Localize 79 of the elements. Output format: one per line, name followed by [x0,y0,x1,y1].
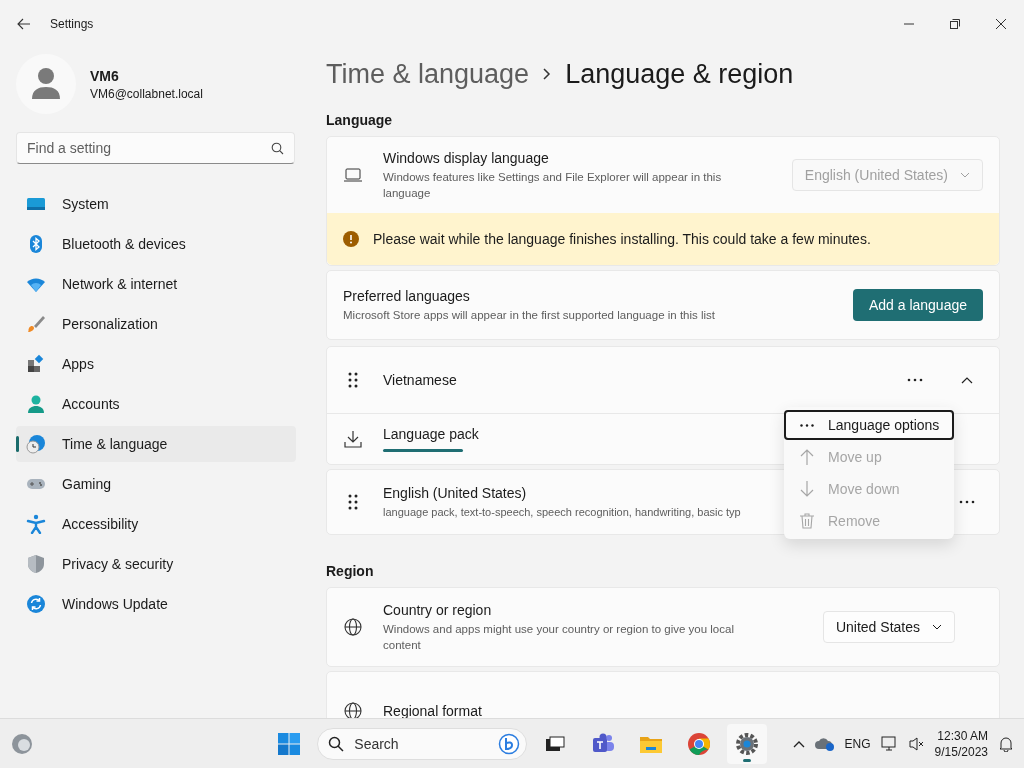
notice-text: Please wait while the language finishes installing. This could take a few minutes. [373,231,871,247]
setting-title: Preferred languages [343,287,470,304]
cloud-icon[interactable] [814,735,835,752]
user-email: VM6@collabnet.local [90,86,203,101]
nav-item[interactable]: Accessibility [16,506,296,542]
person-icon [26,394,46,414]
section-heading: Language [326,112,394,128]
more-icon [800,423,814,427]
user-name: VM6 [90,67,120,84]
setting-description: Microsoft Store apps will appear in the first supported language in this list [343,307,716,323]
nav-item[interactable]: Gaming [16,466,296,502]
page-title: Language & region [565,58,794,90]
nav-item[interactable]: Bluetooth & devices [16,226,296,262]
nav-item[interactable]: Personalization [16,306,296,342]
gear-icon [735,731,760,756]
laptop-icon [344,168,362,182]
chevron-right-icon [543,68,552,80]
warning-icon [343,231,359,247]
nav-item[interactable]: Time & language [16,426,296,462]
more-icon [959,500,975,504]
globe-icon [344,702,362,718]
language-name: English (United States) [383,484,527,501]
search-icon [271,141,284,155]
menu-item[interactable]: Language options [784,410,954,440]
bell-icon[interactable] [998,735,1014,752]
chevron-up-icon[interactable] [792,739,805,748]
teams-icon [591,732,616,755]
chat-bubble-icon [498,732,521,755]
download-icon [344,430,362,448]
speaker-muted-icon[interactable] [908,735,925,752]
chevron-down-icon [960,172,970,178]
clock[interactable]: 12:30 AM 9/15/2023 [934,727,988,760]
taskbar-search-box[interactable]: Search [317,727,528,760]
nav-item[interactable]: Apps [16,346,296,382]
update-icon [26,594,46,614]
language-pack-label: Language pack [383,426,479,442]
accessibility-icon [26,514,46,534]
chrome-icon [687,731,712,756]
minimize-icon [904,23,914,25]
breadcrumb-link[interactable]: Time & language [326,58,530,90]
trash-icon [800,513,814,529]
windows-logo-icon [277,731,302,756]
setting-title: Windows display language [383,149,549,166]
chevron-down-icon [932,624,942,630]
weather-icon[interactable] [10,731,34,756]
country-dropdown[interactable]: United States [822,611,955,643]
setting-description: Windows and apps might use your country or region to give you local content [383,621,735,653]
close-icon [996,19,1006,29]
back-arrow-icon [17,18,31,30]
selection-indicator [16,436,19,452]
up-arrow-icon [800,449,814,465]
input-language[interactable]: ENG [844,736,871,751]
nav-item[interactable]: Network & internet [16,266,296,302]
window-title: Settings [50,17,94,31]
more-icon [907,378,923,382]
setting-title: Country or region [383,601,492,618]
language-name: Vietnamese [383,372,457,388]
network-icon[interactable] [880,735,899,752]
chevron-icon [961,376,973,384]
task-view-icon [545,735,566,752]
find-setting-field[interactable]: Find a setting [16,132,295,164]
brush-icon [26,314,46,334]
nav-item[interactable]: Privacy & security [16,546,296,582]
add-language-button[interactable]: Add a language [852,289,983,321]
shield-icon [26,554,46,574]
down-arrow-icon [800,481,814,497]
language-features: language pack, text-to-speech, speech recognition, handwriting, basic typ [383,504,741,520]
settings-button[interactable] [727,723,768,764]
globe-icon [344,618,362,636]
nav-item[interactable]: System [16,186,296,222]
setting-description: Windows features like Settings and File Explorer will appear in this language [383,169,723,201]
nav-item[interactable]: Windows Update [16,586,296,622]
section-heading: Region [326,563,375,579]
restore-icon [950,19,960,29]
apps-icon [26,354,46,374]
nav-item[interactable]: Accounts [16,386,296,422]
globe-clock-icon [26,434,46,454]
search-icon [328,735,345,752]
setting-title: Regional format [383,703,482,718]
